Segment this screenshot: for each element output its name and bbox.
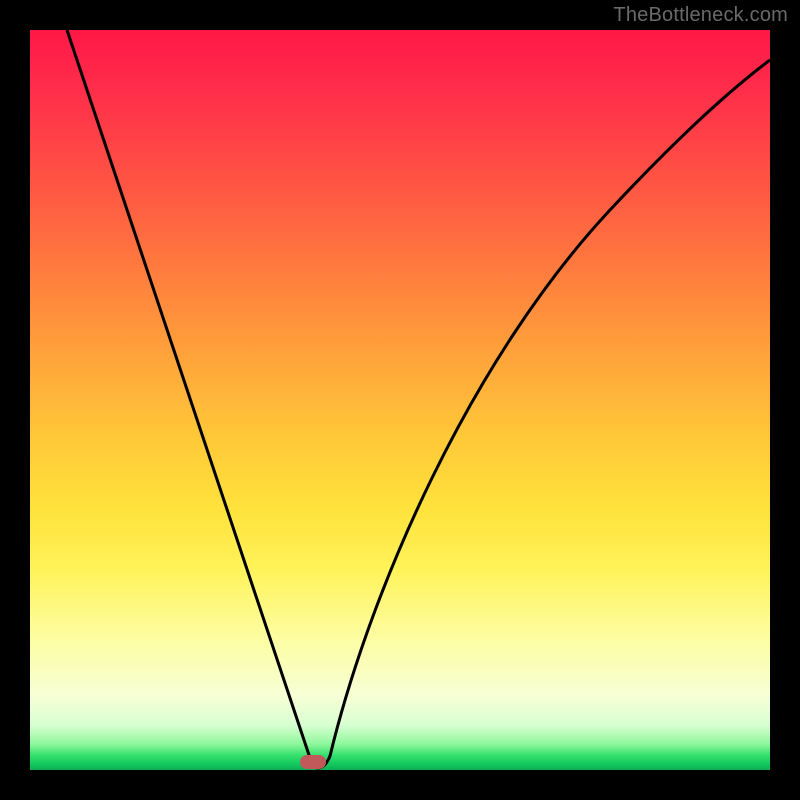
plot-area (30, 30, 770, 770)
optimal-marker (300, 755, 326, 769)
curve-layer (30, 30, 770, 770)
chart-frame: TheBottleneck.com (0, 0, 800, 800)
watermark-text: TheBottleneck.com (613, 4, 788, 27)
bottleneck-curve (67, 30, 770, 768)
